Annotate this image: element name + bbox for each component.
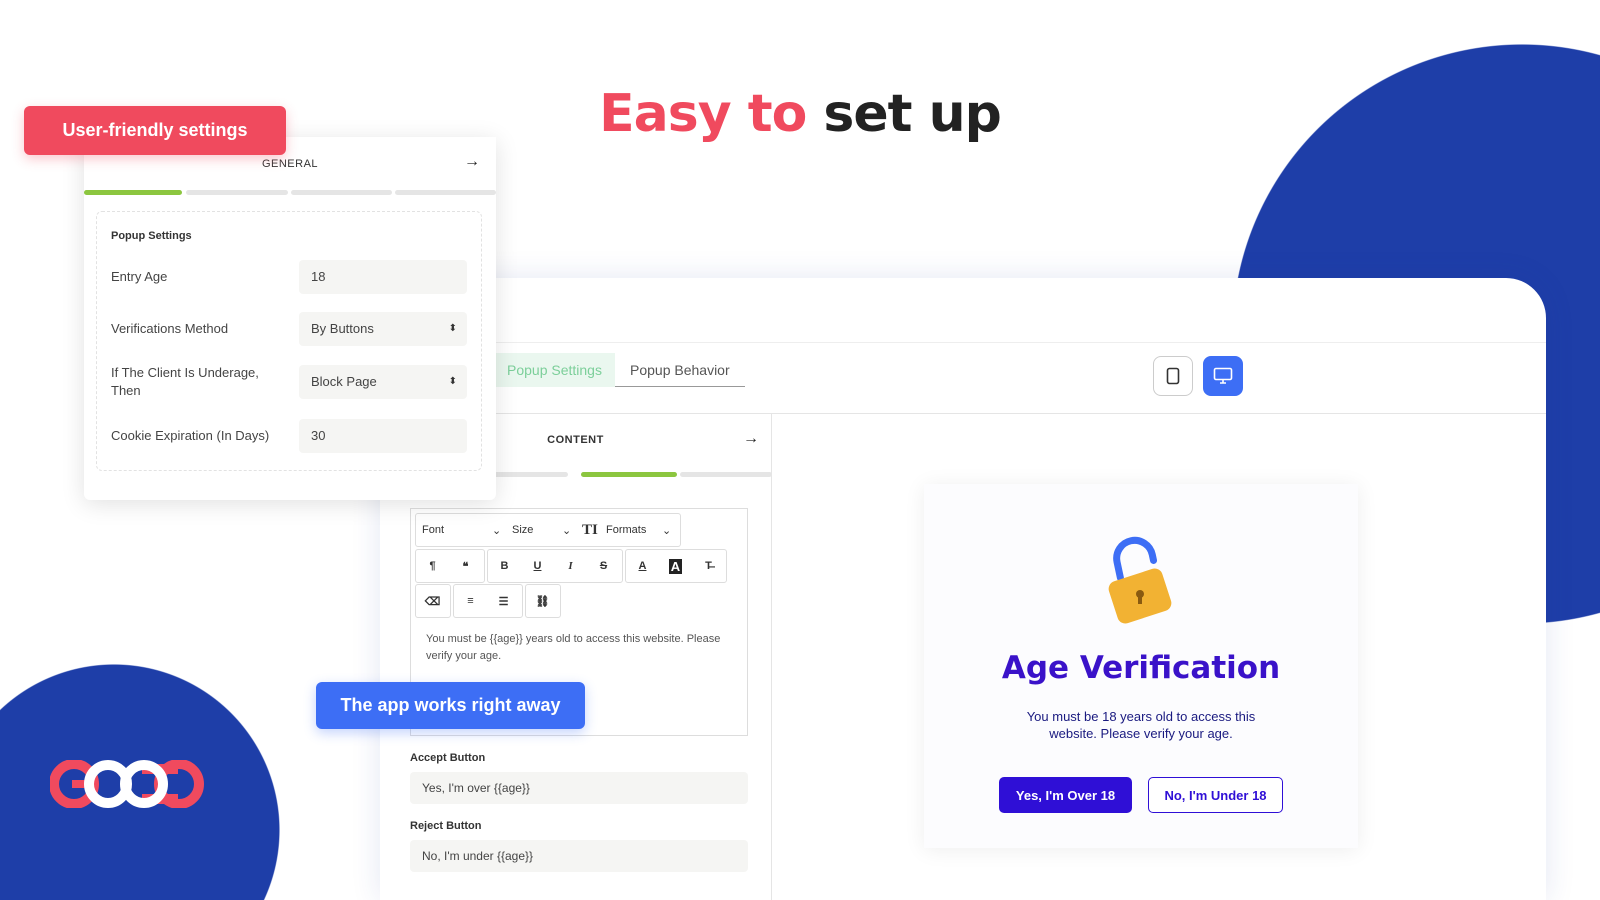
size-select[interactable]: Size	[512, 524, 562, 536]
popup-settings-section: Popup Settings Entry Age 18 Verification…	[96, 211, 482, 471]
toolbar-row-1: Font ⌄ Size ⌄ TI Formats ⌄	[415, 513, 681, 547]
popup-title: Age Verification	[1001, 650, 1281, 686]
text-size-icon[interactable]: TI	[582, 522, 606, 539]
accept-button[interactable]: Yes, I'm Over 18	[999, 777, 1132, 813]
chevron-down-icon: ⌄	[662, 524, 672, 537]
select-arrows-icon: ⬍	[448, 376, 457, 387]
arrow-right-icon[interactable]: →	[464, 153, 480, 171]
entry-age-label: Entry Age	[111, 269, 168, 284]
bold-icon[interactable]: B	[488, 560, 521, 572]
works-right-away-badge: The app works right away	[316, 682, 585, 729]
text-color-icon[interactable]: A	[626, 560, 659, 572]
padlock-icon	[1108, 536, 1172, 624]
quote-icon[interactable]: ❝	[449, 560, 482, 573]
formats-select[interactable]: Formats	[606, 524, 662, 536]
mobile-view-button[interactable]	[1153, 356, 1193, 396]
section-title: Popup Settings	[111, 230, 192, 242]
clear-format-icon[interactable]: T̶	[692, 560, 725, 572]
cookie-expiration-label: Cookie Expiration (In Days)	[111, 428, 270, 443]
accept-button-input[interactable]: Yes, I'm over {{age}}	[410, 772, 748, 804]
entry-age-input[interactable]: 18	[299, 260, 467, 294]
mobile-icon	[1166, 367, 1180, 385]
arrow-right-icon[interactable]: →	[743, 430, 759, 448]
settings-title: GENERAL	[261, 158, 319, 170]
logo	[50, 760, 204, 808]
accept-button-label: Accept Button	[410, 752, 486, 764]
reject-button-input[interactable]: No, I'm under {{age}}	[410, 840, 748, 872]
desktop-icon	[1213, 367, 1233, 384]
progress-segment-active	[84, 190, 182, 195]
eraser-icon[interactable]: ⌫	[416, 595, 449, 608]
verification-method-label: Verifications Method	[111, 321, 229, 336]
verification-method-select[interactable]: By Buttons ⬍	[299, 312, 467, 346]
progress-segment-active	[581, 472, 677, 477]
align-left-icon[interactable]: ≡	[454, 595, 487, 607]
popup-preview: Age Verification You must be 18 years ol…	[924, 484, 1358, 848]
unlink-icon[interactable]: ⛓	[526, 595, 559, 608]
desktop-view-button[interactable]	[1203, 356, 1243, 396]
underline-icon[interactable]: U	[521, 560, 554, 572]
reject-button[interactable]: No, I'm Under 18	[1148, 777, 1283, 813]
user-friendly-badge: User-friendly settings	[24, 106, 286, 155]
settings-card: GENERAL → Popup Settings Entry Age 18 Ve…	[84, 137, 496, 500]
tab-row: Popup Settings Popup Behavior	[380, 342, 1546, 414]
progress-segment	[186, 190, 288, 195]
reject-button-label: Reject Button	[410, 820, 482, 832]
paragraph-icon[interactable]: ¶	[416, 560, 449, 572]
underage-action-label: If The Client Is Underage, Then	[111, 365, 259, 398]
strikethrough-icon[interactable]: S	[587, 560, 620, 572]
editor-text[interactable]: You must be {{age}} years old to access …	[426, 631, 741, 665]
underage-action-select[interactable]: Block Page ⬍	[299, 365, 467, 399]
breadcrumb-popup-behavior[interactable]: Popup Behavior	[615, 353, 745, 387]
progress-segment	[395, 190, 496, 195]
progress-segment	[291, 190, 392, 195]
list-icon[interactable]: ☰	[487, 595, 520, 608]
chevron-down-icon: ⌄	[492, 524, 502, 537]
font-select[interactable]: Font	[422, 524, 492, 536]
chevron-down-icon: ⌄	[562, 524, 572, 537]
popup-text: You must be 18 years old to access this …	[1026, 709, 1256, 741]
italic-icon[interactable]: I	[554, 560, 587, 572]
cookie-expiration-input[interactable]: 30	[299, 419, 467, 453]
background-color-icon[interactable]: A	[659, 558, 692, 574]
progress-segment	[680, 472, 772, 477]
select-arrows-icon: ⬍	[448, 323, 457, 334]
breadcrumb-popup-settings[interactable]: Popup Settings	[495, 353, 615, 387]
